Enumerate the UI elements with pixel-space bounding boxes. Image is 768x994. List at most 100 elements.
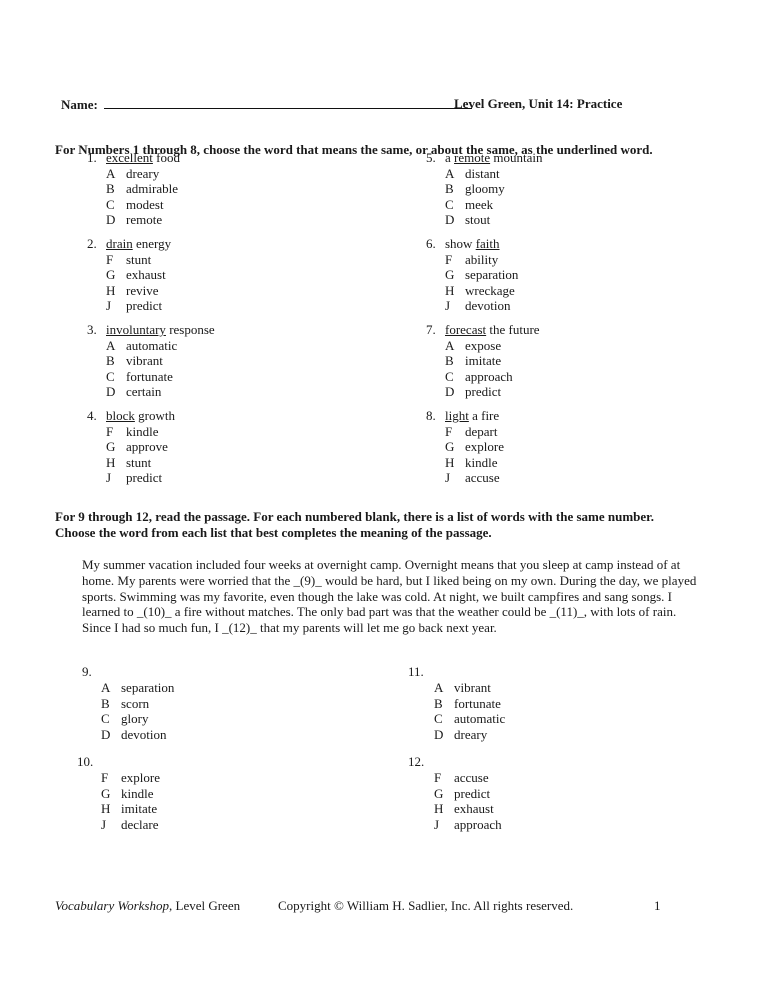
name-blank-line <box>103 96 472 109</box>
answer-option[interactable]: Hexhaust <box>408 801 502 817</box>
option-letter: B <box>434 695 443 711</box>
answer-option[interactable]: Badmirable <box>87 181 180 197</box>
option-word: distant <box>465 165 500 181</box>
answer-option[interactable]: Himitate <box>77 801 160 817</box>
answer-option[interactable]: Cmodest <box>87 197 180 213</box>
answer-option[interactable]: Aautomatic <box>87 338 215 354</box>
question: 2. drain energy Fstunt Gexhaust Hrevive Jpred… <box>87 236 171 314</box>
option-letter: B <box>106 353 115 368</box>
answer-option[interactable]: Aexpose <box>426 338 540 354</box>
option-letter: A <box>434 680 444 695</box>
answer-option[interactable]: Fexplore <box>77 770 160 786</box>
answer-option[interactable]: Capproach <box>426 369 540 385</box>
option-letter: C <box>434 711 443 726</box>
book-level: , Level Green <box>169 898 241 913</box>
option-letter: C <box>106 196 115 212</box>
answer-option[interactable]: Jdevotion <box>426 298 518 314</box>
answer-option[interactable]: Dpredict <box>426 384 540 400</box>
option-letter: G <box>434 785 444 801</box>
answer-option[interactable]: Bgloomy <box>426 181 542 197</box>
option-word: predict <box>126 470 163 485</box>
option-word: stout <box>465 212 491 227</box>
option-word: kindle <box>121 785 154 801</box>
option-letter: F <box>106 251 114 267</box>
option-letter: H <box>434 801 444 816</box>
answer-option[interactable]: Gkindle <box>77 786 160 802</box>
answer-option[interactable]: Fability <box>426 252 518 268</box>
option-word: exhaust <box>454 801 494 816</box>
option-letter: D <box>434 726 444 742</box>
answer-option[interactable]: Adreary <box>87 166 180 182</box>
answer-option[interactable]: Cmeek <box>426 197 542 213</box>
option-letter: J <box>445 298 451 313</box>
option-word: scorn <box>121 695 150 711</box>
answer-option[interactable]: Cfortunate <box>87 369 215 385</box>
question: 3. involuntary response Aautomatic Bvibrant… <box>87 322 215 400</box>
question: 1. excellent food Adreary Badmirable Cmodest… <box>87 150 180 228</box>
answer-option[interactable]: Aseparation <box>82 680 174 696</box>
answer-option[interactable]: Hrevive <box>87 283 171 299</box>
answer-option[interactable]: Jpredict <box>87 470 175 486</box>
option-word: stunt <box>126 454 152 470</box>
option-letter: A <box>106 165 116 181</box>
underlined-word: forecast <box>445 322 487 337</box>
option-letter: F <box>445 251 453 267</box>
unit-title: Level Green, Unit 14: Practice <box>454 96 623 111</box>
option-letter: G <box>445 267 455 282</box>
answer-option[interactable]: Fstunt <box>87 252 171 268</box>
underlined-word: involuntary <box>106 322 166 337</box>
cloze-question: 11. Avibrant Bfortunate Cautomatic Ddreary <box>408 664 505 742</box>
option-letter: B <box>106 181 115 196</box>
option-word: fortunate <box>126 368 173 384</box>
stem-pre: show <box>445 236 476 251</box>
option-letter: J <box>101 816 107 832</box>
answer-option[interactable]: Jpredict <box>87 298 171 314</box>
option-word: imitate <box>121 801 158 816</box>
answer-option[interactable]: Gpredict <box>408 786 502 802</box>
option-letter: F <box>101 770 109 785</box>
answer-option[interactable]: Gseparation <box>426 267 518 283</box>
option-word: ability <box>465 251 499 267</box>
answer-option[interactable]: Bscorn <box>82 696 174 712</box>
answer-option[interactable]: Jaccuse <box>426 470 504 486</box>
answer-option[interactable]: Bvibrant <box>87 353 215 369</box>
option-word: dreary <box>126 165 160 181</box>
answer-option[interactable]: Fdepart <box>426 424 504 440</box>
option-letter: C <box>445 368 454 384</box>
answer-option[interactable]: Hwreckage <box>426 283 518 299</box>
stem-post: response <box>165 322 215 337</box>
option-letter: D <box>106 212 116 227</box>
answer-option[interactable]: Bimitate <box>426 353 540 369</box>
answer-option[interactable]: Gexplore <box>426 439 504 455</box>
answer-option[interactable]: Dremote <box>87 212 180 228</box>
answer-option[interactable]: Gapprove <box>87 439 175 455</box>
option-letter: A <box>106 337 116 353</box>
option-word: approach <box>465 368 513 384</box>
option-word: vibrant <box>454 680 491 695</box>
answer-option[interactable]: Adistant <box>426 166 542 182</box>
answer-option[interactable]: Hkindle <box>426 455 504 471</box>
option-letter: B <box>445 353 454 368</box>
answer-option[interactable]: Ddevotion <box>82 727 174 743</box>
answer-option[interactable]: Fkindle <box>87 424 175 440</box>
answer-option[interactable]: Dcertain <box>87 384 215 400</box>
stem-pre: a <box>445 150 455 165</box>
answer-option[interactable]: Avibrant <box>408 680 505 696</box>
question-number: 7. <box>426 322 436 337</box>
answer-option[interactable]: Jdeclare <box>77 817 160 833</box>
answer-option[interactable]: Dstout <box>426 212 542 228</box>
answer-option[interactable]: Ddreary <box>408 727 505 743</box>
answer-option[interactable]: Bfortunate <box>408 696 505 712</box>
answer-option[interactable]: Cautomatic <box>408 711 505 727</box>
book-title: Vocabulary Workshop <box>55 898 169 913</box>
answer-option[interactable]: Gexhaust <box>87 267 171 283</box>
footer-copyright: Copyright © William H. Sadlier, Inc. All… <box>278 898 574 913</box>
option-letter: C <box>101 711 110 726</box>
answer-option[interactable]: Cglory <box>82 711 174 727</box>
question-stem: 6. show faith <box>426 236 518 252</box>
answer-option[interactable]: Faccuse <box>408 770 502 786</box>
option-word: kindle <box>126 423 159 439</box>
answer-option[interactable]: Japproach <box>408 817 502 833</box>
option-word: accuse <box>465 470 500 485</box>
answer-option[interactable]: Hstunt <box>87 455 175 471</box>
